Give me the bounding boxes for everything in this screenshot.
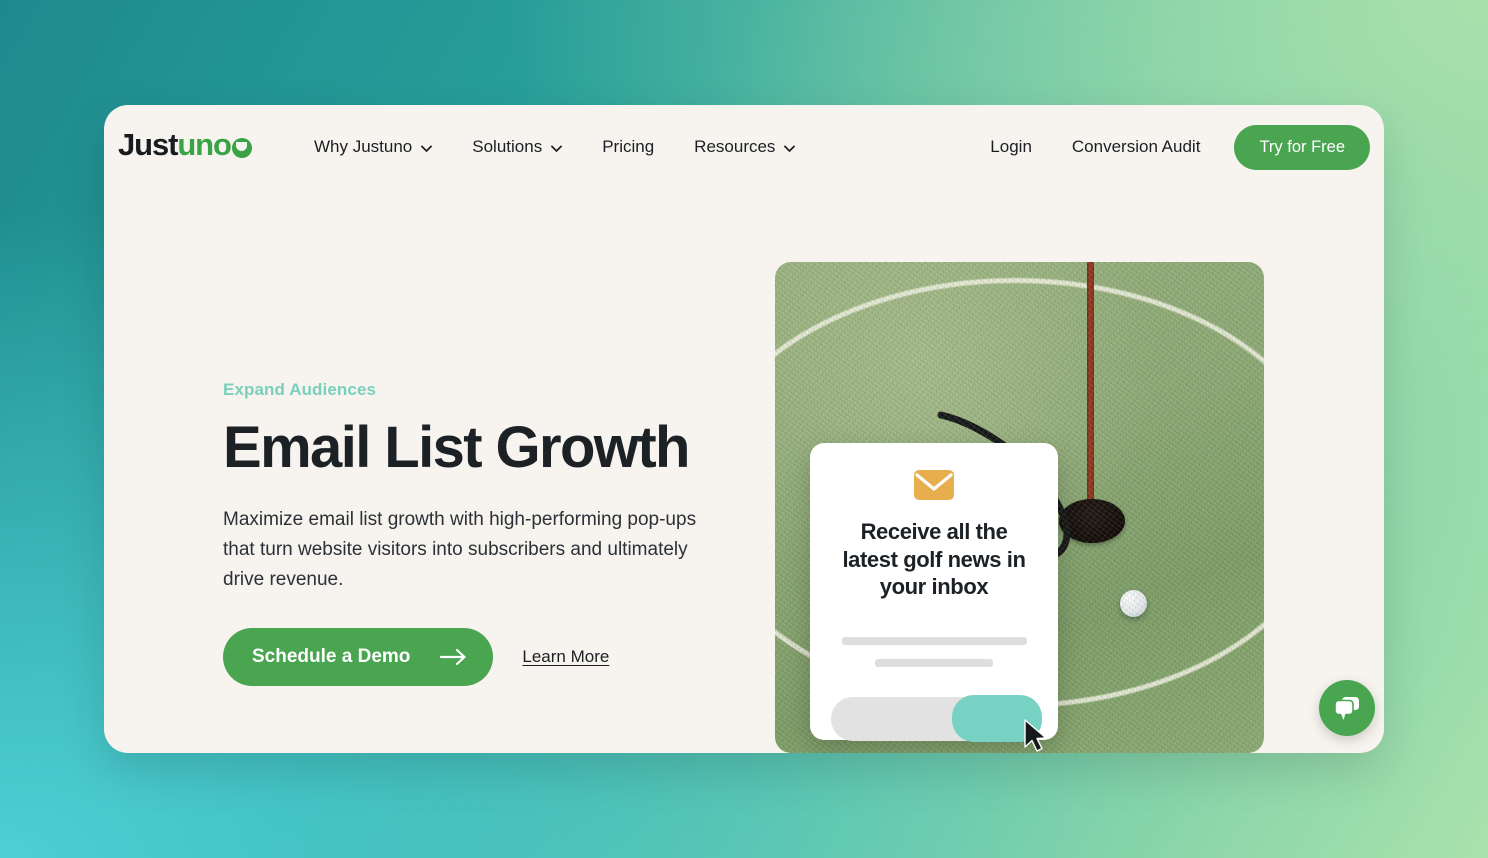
arrow-right-icon <box>440 648 467 666</box>
page-card: Just uno Why Justuno Solutions Pricing Re… <box>104 105 1384 753</box>
learn-more-link[interactable]: Learn More <box>522 647 609 667</box>
golf-hole <box>1059 499 1125 543</box>
email-capture-popup: Receive all the latest golf news in your… <box>810 443 1058 752</box>
conversion-audit-link[interactable]: Conversion Audit <box>1052 137 1221 157</box>
chevron-down-icon <box>551 145 563 152</box>
flagstick <box>1087 262 1094 524</box>
nav-item-label: Solutions <box>472 137 543 156</box>
login-link[interactable]: Login <box>970 137 1052 157</box>
main-navigation: Just uno Why Justuno Solutions Pricing Re… <box>104 105 1384 189</box>
hero-eyebrow: Expand Audiences <box>223 380 377 399</box>
popup-headline: Receive all the latest golf news in your… <box>842 519 1026 599</box>
nav-item-solutions[interactable]: Solutions <box>452 105 582 189</box>
golf-ball <box>1120 590 1147 617</box>
hero-description: Maximize email list growth with high-per… <box>223 508 697 590</box>
nav-item-pricing[interactable]: Pricing <box>582 105 674 189</box>
chevron-down-icon <box>784 145 796 152</box>
popup-submit-button[interactable] <box>952 694 1042 742</box>
nav-item-label: Resources <box>694 137 776 156</box>
hero-cta-row: Schedule a Demo Learn More <box>223 627 743 686</box>
chat-widget-button[interactable] <box>1319 680 1375 736</box>
secondary-nav-items: Login Conversion Audit Try for Free <box>970 105 1370 189</box>
nav-item-label: Pricing <box>602 137 655 156</box>
schedule-demo-button[interactable]: Schedule a Demo <box>223 627 494 686</box>
justuno-logo[interactable]: Just uno <box>118 127 252 163</box>
chat-bubbles-icon <box>1334 696 1359 720</box>
chevron-down-icon <box>421 145 433 152</box>
logo-dot-icon <box>231 138 252 158</box>
page-title: Email List Growth <box>223 415 690 480</box>
schedule-demo-label: Schedule a Demo <box>252 645 411 667</box>
nav-item-why-justuno[interactable]: Why Justuno <box>294 105 452 189</box>
popup-placeholder-bar <box>875 658 993 667</box>
envelope-icon <box>914 470 954 500</box>
try-for-free-button[interactable]: Try for Free <box>1234 124 1370 170</box>
nav-item-resources[interactable]: Resources <box>674 105 815 189</box>
hero-content: Expand Audiences Email List Growth Maxim… <box>223 380 743 686</box>
logo-text-dark: Just <box>118 127 178 162</box>
nav-item-label: Why Justuno <box>314 137 413 156</box>
popup-placeholder-bar <box>841 636 1027 645</box>
logo-text-green: uno <box>177 127 232 162</box>
popup-form-row <box>831 694 1047 752</box>
primary-nav-items: Why Justuno Solutions Pricing Resources <box>294 105 815 189</box>
